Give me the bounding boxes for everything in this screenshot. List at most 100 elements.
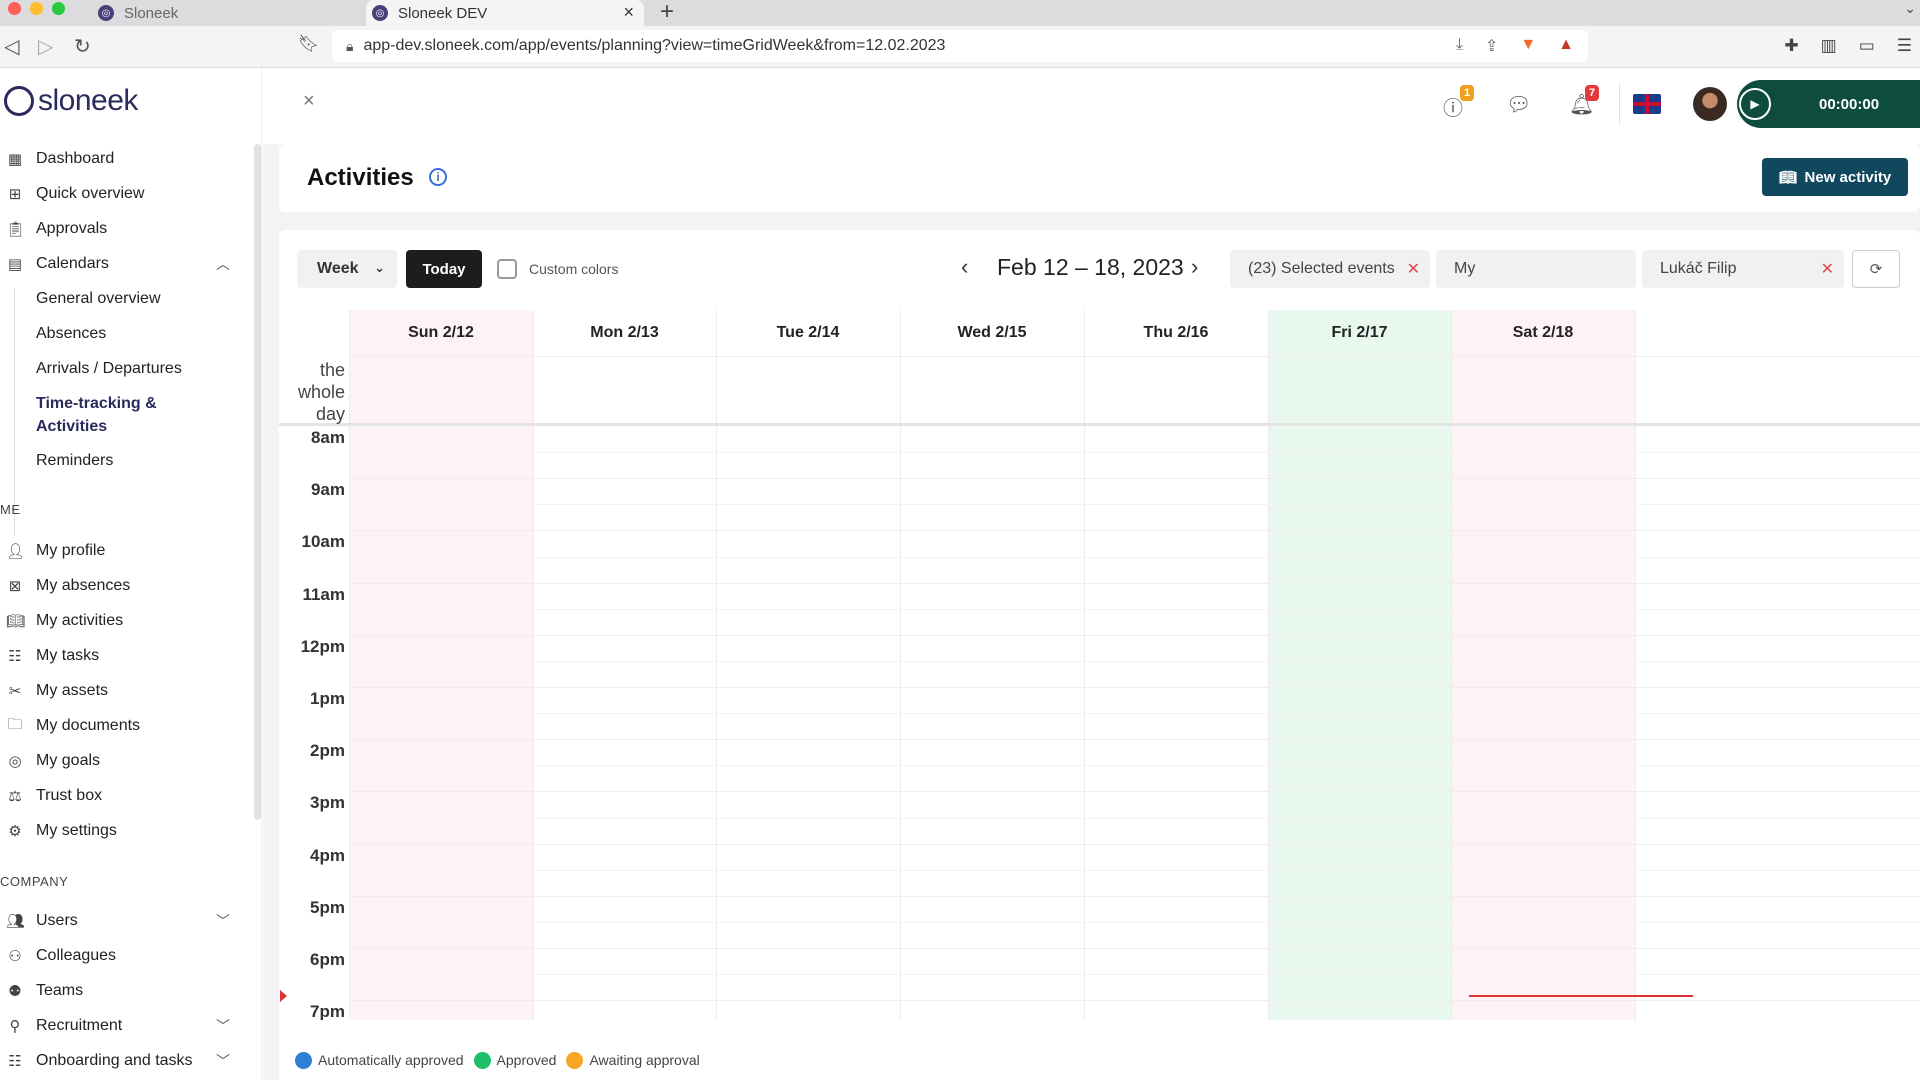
day-header: Sat 2/18 [1512, 324, 1574, 341]
share-icon[interactable]: ⇪ [1485, 36, 1498, 56]
sidebar-item-my-absences[interactable]: ⊠ My absences [6, 573, 131, 599]
person-filter[interactable]: Lukáč Filip ✕ [1642, 250, 1844, 288]
browser-tab-sloneek-dev[interactable]: ◎ Sloneek DEV × [366, 0, 644, 26]
forward-icon[interactable]: ▷ [38, 34, 53, 59]
browser-tab-sloneek[interactable]: ◎ Sloneek [92, 0, 362, 26]
timer-widget[interactable]: ▶ 00:00:00 [1737, 80, 1920, 128]
clear-filter-icon[interactable]: ✕ [1407, 259, 1420, 279]
legend: Automatically approved Approved Awaiting… [279, 1040, 1920, 1080]
sidebar-subitem-absences[interactable]: Absences [36, 322, 106, 345]
calendar-x-icon: ⊠ [8, 578, 22, 595]
sidebar-item-my-tasks[interactable]: ☷ My tasks [6, 643, 99, 669]
sidebar-item-my-goals[interactable]: ◎ My goals [6, 748, 100, 774]
submenu-guide-line [14, 288, 15, 536]
sidebar-item-my-activities[interactable]: 📖︎ My activities [6, 608, 123, 634]
day-column[interactable] [349, 310, 533, 1020]
hour-label: 10am [301, 532, 345, 552]
sidebar-item-dashboard[interactable]: ▦ Dashboard [6, 146, 114, 172]
scope-filter[interactable]: My [1436, 250, 1636, 288]
new-activity-button[interactable]: 📖︎ New activity [1762, 158, 1908, 196]
sidebar-item-calendars[interactable]: ▤ Calendars [6, 251, 109, 277]
maximize-window-button[interactable] [52, 2, 65, 15]
menu-icon[interactable]: ☰ [1897, 36, 1912, 56]
refresh-button[interactable]: ⟳ [1852, 250, 1900, 288]
next-week-icon[interactable]: › [1191, 254, 1198, 280]
close-window-button[interactable] [8, 2, 21, 15]
new-tab-icon[interactable]: + [660, 0, 674, 26]
day-column[interactable] [1084, 310, 1268, 1020]
sidebar-item-my-profile[interactable]: 👤︎ My profile [6, 538, 105, 564]
sloneek-logo[interactable]: sloneek [4, 84, 138, 118]
url-bar[interactable]: 🔒︎ app-dev.sloneek.com/app/events/planni… [332, 30, 1588, 62]
lock-icon: 🔒︎ [346, 37, 354, 54]
week-grid: Sun 2/12 Mon 2/13 Tue 2/14 Wed 2/15 Thu 2/16… [279, 310, 1920, 1020]
day-header: Fri 2/17 [1331, 324, 1388, 341]
extensions-icon[interactable]: ✚ [1784, 36, 1798, 56]
custom-colors-checkbox[interactable] [497, 259, 517, 279]
all-day-label: the whole day [285, 359, 345, 425]
brave-shield-icon[interactable]: ▼ [1520, 36, 1536, 56]
reload-icon[interactable]: ↻ [74, 34, 91, 59]
wallet-icon[interactable]: ▭ [1859, 36, 1875, 56]
chevron-down-icon[interactable]: ﹀ [216, 911, 230, 931]
chat-icon[interactable]: 💬︎ [1506, 92, 1531, 117]
hour-label: 1pm [310, 689, 345, 708]
sidebar-subitem-activities[interactable]: Activities [36, 415, 107, 438]
avatar[interactable] [1693, 87, 1727, 121]
close-icon[interactable]: × [303, 90, 315, 113]
today-button[interactable]: Today [406, 250, 482, 288]
chevron-down-icon[interactable]: ﹀ [216, 1016, 230, 1036]
brave-rewards-icon[interactable]: ▲ [1558, 36, 1574, 56]
sidebar-subitem-arrivals-departures[interactable]: Arrivals / Departures [36, 357, 182, 380]
chevron-up-icon[interactable]: ︿ [216, 254, 230, 274]
tab-list-chevron-icon[interactable]: ⌄ [1904, 0, 1916, 17]
day-column[interactable] [533, 310, 716, 1020]
sidebar-item-colleagues[interactable]: ⚇ Colleagues [6, 943, 116, 969]
selected-events-filter[interactable]: (23) Selected events ✕ [1230, 250, 1430, 288]
back-icon[interactable]: ◁ [4, 34, 19, 59]
info-icon[interactable]: i [429, 168, 447, 186]
sidebar-item-recruitment[interactable]: ⚲ Recruitment [6, 1013, 123, 1039]
colleagues-icon: ⚇ [8, 948, 22, 965]
sidebar-item-quick-overview[interactable]: ⊞ Quick overview [6, 181, 145, 207]
clear-filter-icon[interactable]: ✕ [1821, 259, 1834, 279]
day-column[interactable] [716, 310, 900, 1020]
sidebar-toggle-icon[interactable]: ▥ [1821, 36, 1837, 56]
close-tab-icon[interactable]: × [623, 2, 634, 23]
view-select[interactable]: Week ⌄ [297, 250, 397, 288]
users-icon: 👥︎ [6, 913, 26, 930]
sidebar-item-approvals[interactable]: 📋︎ Approvals [6, 216, 107, 242]
sloneek-favicon-icon: ◎ [98, 5, 114, 21]
day-header: Mon 2/13 [590, 324, 659, 341]
grid-half-hline [349, 556, 1920, 558]
sidebar-subitem-reminders[interactable]: Reminders [36, 449, 113, 472]
day-header: Thu 2/16 [1143, 324, 1209, 341]
day-column[interactable] [1451, 310, 1635, 1020]
sidebar-item-my-documents[interactable]: 🗀︎ My documents [6, 713, 140, 739]
day-column[interactable] [900, 310, 1084, 1020]
grid-half-hline [349, 921, 1920, 923]
sidebar-item-teams[interactable]: ⚉ Teams [6, 978, 83, 1004]
play-icon[interactable]: ▶ [1739, 88, 1771, 120]
chevron-down-icon[interactable]: ﹀ [216, 1051, 230, 1071]
day-column[interactable] [1268, 310, 1451, 1020]
prev-week-icon[interactable]: ‹ [961, 254, 968, 280]
sidebar-item-my-assets[interactable]: ✂︎ My assets [6, 678, 108, 704]
sidebar-subitem-general-overview[interactable]: General overview [36, 287, 161, 310]
sidebar-item-trust-box[interactable]: ⚖︎ Trust box [6, 783, 102, 809]
now-indicator-arrow [280, 990, 287, 1002]
sidebar-subitem-time-tracking[interactable]: Time-tracking & [36, 392, 157, 415]
sidebar-item-users[interactable]: 👥︎ Users [6, 908, 78, 934]
install-icon[interactable]: ⤓ [1456, 36, 1463, 56]
legend-item-approved: Approved [473, 1051, 556, 1069]
custom-colors-label[interactable]: Custom colors [529, 261, 618, 277]
legend-dot [566, 1051, 584, 1069]
uk-flag-icon[interactable] [1633, 94, 1661, 114]
minimize-window-button[interactable] [30, 2, 43, 15]
all-day-separator [279, 423, 1920, 426]
sidebar-item-my-settings[interactable]: ⚙︎ My settings [6, 818, 117, 844]
sidebar-scrollbar[interactable] [254, 144, 261, 820]
sidebar-item-onboarding[interactable]: ☷ Onboarding and tasks [6, 1048, 192, 1074]
hour-label: 2pm [310, 741, 345, 761]
bookmark-icon[interactable]: 🔖︎ [298, 34, 320, 54]
